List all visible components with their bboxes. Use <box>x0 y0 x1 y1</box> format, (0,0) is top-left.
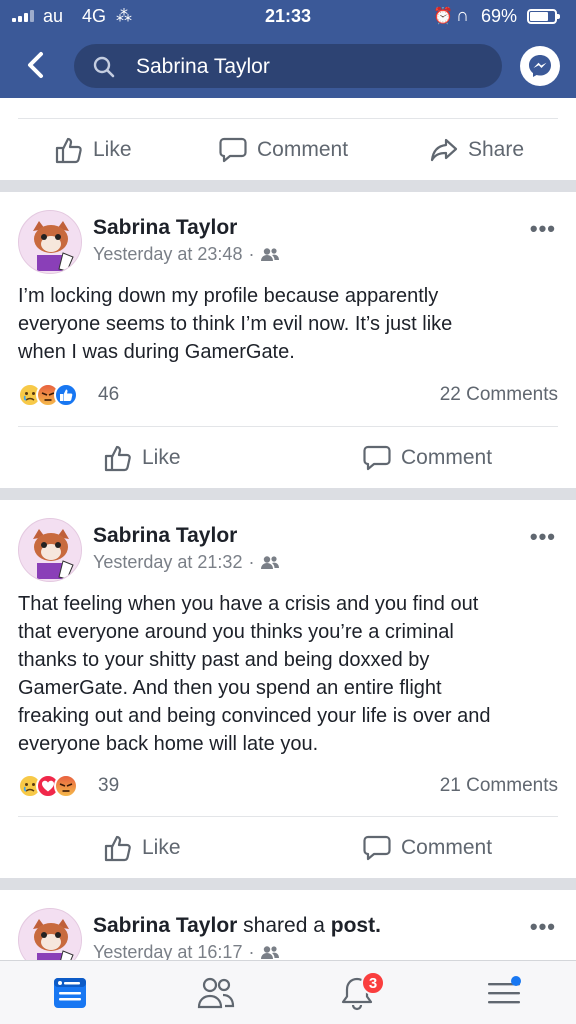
shared-object-link[interactable]: post. <box>331 914 381 937</box>
divider <box>18 118 558 119</box>
bottom-tab-bar: 3 <box>0 960 576 1024</box>
comment-icon <box>219 137 247 163</box>
post-author[interactable]: Sabrina Taylor <box>93 216 237 240</box>
notifications-bell-icon[interactable]: 3 <box>333 969 385 1017</box>
headphones-icon: ∩ <box>456 5 469 25</box>
reaction-icons <box>18 774 78 798</box>
thumbs-up-icon <box>55 137 82 164</box>
reaction-count: 46 <box>98 384 120 405</box>
like-label: Like <box>93 138 132 161</box>
battery-percent: 69% <box>481 6 518 26</box>
thumbs-up-icon <box>104 445 131 472</box>
comment-label: Comment <box>257 138 349 161</box>
meta-separator: · <box>248 244 255 264</box>
search-icon <box>93 56 115 78</box>
notifications-badge: 3 <box>361 971 385 995</box>
reaction-count: 39 <box>98 775 120 796</box>
friends-icon[interactable] <box>192 969 240 1017</box>
reaction-icons <box>18 383 78 407</box>
angry-reaction-icon <box>54 774 78 798</box>
post-options-icon[interactable]: ••• <box>530 216 556 242</box>
avatar[interactable] <box>18 518 82 582</box>
comment-button[interactable]: Comment <box>218 120 348 180</box>
post-text: I’m locking down my profile because appa… <box>18 285 453 363</box>
friends-audience-icon <box>261 247 280 261</box>
meta-separator: · <box>248 552 255 572</box>
friends-audience-icon <box>261 945 280 959</box>
comment-label: Comment <box>401 836 493 859</box>
battery-icon <box>527 9 560 24</box>
post-actions: Like Comment Share <box>0 120 576 180</box>
shared-text: shared a <box>243 914 325 937</box>
post-options-icon[interactable]: ••• <box>530 524 556 550</box>
top-bar: au 4G ⁂ 21:33 ⏰ ∩ 69% Sabrina Taylor <box>0 0 576 98</box>
thumbs-up-icon <box>104 835 131 862</box>
post-card: Sabrina Taylor Yesterday at 23:48 · ••• … <box>0 192 576 488</box>
post-text: That feeling when you have a crisis and … <box>18 593 491 755</box>
comment-count[interactable]: 21 Comments <box>440 775 558 797</box>
avatar[interactable] <box>18 210 82 274</box>
post-timestamp[interactable]: Yesterday at 23:48 <box>93 244 242 265</box>
post-timestamp[interactable]: Yesterday at 16:17 <box>93 942 242 960</box>
previous-post-card: Like Comment Share <box>0 98 576 180</box>
share-button[interactable]: Share <box>429 120 524 180</box>
like-button[interactable]: Like <box>103 428 181 488</box>
comment-count[interactable]: 22 Comments <box>440 384 558 406</box>
post-headline: Sabrina Taylor shared a post. <box>93 914 381 938</box>
post-actions: Like Comment <box>0 818 576 878</box>
comment-icon <box>363 445 391 471</box>
like-button[interactable]: Like <box>103 818 181 878</box>
post-actions: Like Comment <box>0 428 576 488</box>
comment-label: Comment <box>401 446 493 469</box>
post-meta: Yesterday at 23:48 · <box>93 244 280 265</box>
like-label: Like <box>142 836 181 859</box>
post-options-icon[interactable]: ••• <box>530 914 556 940</box>
alarm-icon: ⏰ <box>433 8 453 25</box>
like-button[interactable]: Like <box>54 120 132 180</box>
share-label: Share <box>468 138 525 161</box>
divider <box>18 816 558 817</box>
back-chevron-icon[interactable] <box>20 48 50 82</box>
menu-icon[interactable] <box>480 969 528 1017</box>
status-bar: au 4G ⁂ 21:33 ⏰ ∩ 69% <box>0 0 576 34</box>
like-label: Like <box>142 446 181 469</box>
post-meta: Yesterday at 21:32 · <box>93 552 280 573</box>
comment-button[interactable]: Comment <box>362 818 492 878</box>
post-card: Sabrina Taylor shared a post. Yesterday … <box>0 890 576 960</box>
post-author[interactable]: Sabrina Taylor <box>93 524 237 548</box>
friends-audience-icon <box>261 555 280 569</box>
post-author[interactable]: Sabrina Taylor <box>93 914 237 937</box>
comment-button[interactable]: Comment <box>362 428 492 488</box>
post-card: Sabrina Taylor Yesterday at 21:32 · ••• … <box>0 500 576 878</box>
post-timestamp[interactable]: Yesterday at 21:32 <box>93 552 242 573</box>
reaction-summary[interactable]: 46 22 Comments <box>18 383 558 411</box>
divider <box>18 426 558 427</box>
comment-icon <box>363 835 391 861</box>
search-input[interactable]: Sabrina Taylor <box>74 44 502 88</box>
messenger-icon[interactable] <box>520 46 560 86</box>
reaction-summary[interactable]: 39 21 Comments <box>18 774 558 802</box>
search-query: Sabrina Taylor <box>136 55 270 78</box>
avatar[interactable] <box>18 908 82 960</box>
share-icon <box>430 138 458 162</box>
news-feed-icon[interactable] <box>46 969 94 1017</box>
like-reaction-icon <box>54 383 78 407</box>
post-meta: Yesterday at 16:17 · <box>93 942 280 960</box>
meta-separator: · <box>248 942 255 960</box>
